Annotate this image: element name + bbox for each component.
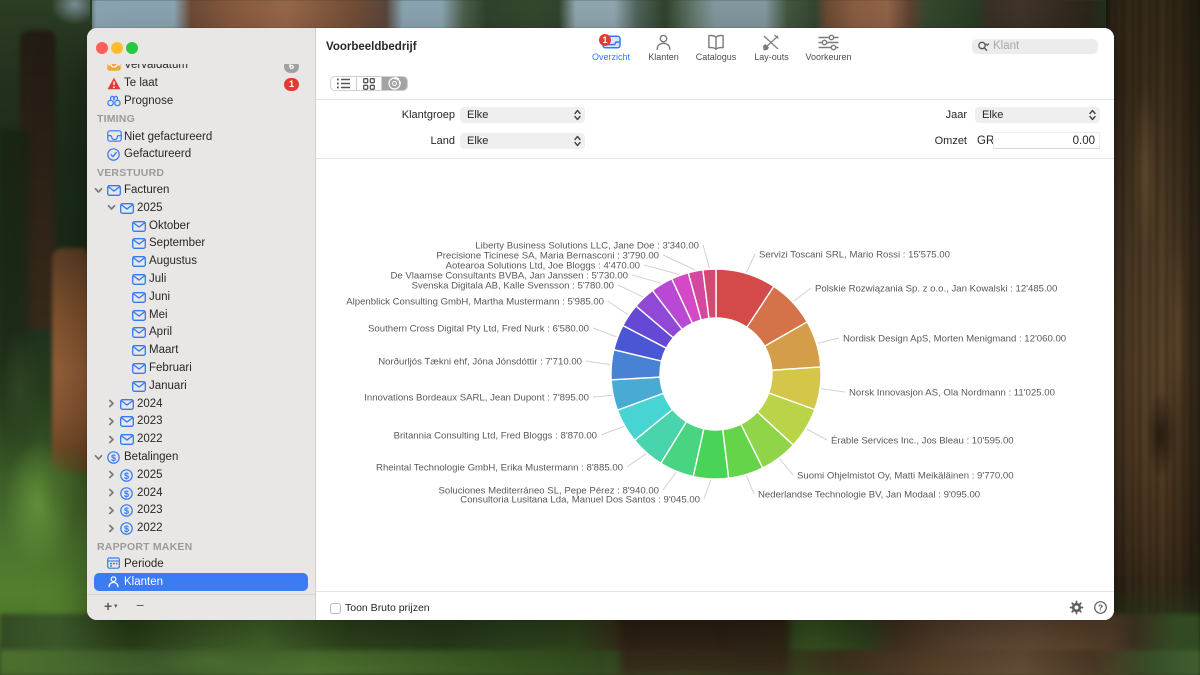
svg-text:Soluciones Mediterráneo SL, Pe: Soluciones Mediterráneo SL, Pepe Pérez :…: [439, 486, 660, 497]
svg-text:Norsk Innovasjon AS, Ola Nordm: Norsk Innovasjon AS, Ola Nordmann : 11'0…: [849, 388, 1055, 399]
svg-text:Svenska Digitala AB, Kalle Sve: Svenska Digitala AB, Kalle Svensson : 5'…: [412, 281, 614, 292]
svg-text:Rheintal Technologie GmbH, Eri: Rheintal Technologie GmbH, Erika Musterm…: [376, 463, 623, 474]
svg-text:$: $: [124, 506, 129, 516]
svg-text:$: $: [124, 471, 129, 481]
svg-text:Norðurljós Tækni ehf, Jóna Jón: Norðurljós Tækni ehf, Jóna Jónsdóttir : …: [378, 357, 582, 368]
svg-text:$: $: [124, 524, 129, 534]
svg-text:Érable Services Inc., Jos Blea: Érable Services Inc., Jos Bleau : 10'595…: [831, 436, 1014, 447]
svg-text:Nederlandse Technologie BV, Ja: Nederlandse Technologie BV, Jan Modaal :…: [758, 490, 980, 501]
svg-text:Suomi Ohjelmistot Oy, Matti Me: Suomi Ohjelmistot Oy, Matti Meikäläinen …: [797, 471, 1014, 482]
svg-text:Aotearoa Solutions Ltd, Joe Bl: Aotearoa Solutions Ltd, Joe Bloggs : 4'4…: [446, 261, 640, 272]
svg-text:Nordisk Design ApS, Morten Men: Nordisk Design ApS, Morten Menigmand : 1…: [843, 334, 1066, 345]
svg-text:$: $: [111, 453, 116, 463]
svg-text:Servizi Toscani SRL, Mario Ros: Servizi Toscani SRL, Mario Rossi : 15'57…: [759, 250, 950, 261]
svg-text:Precisione Ticinese SA, Maria: Precisione Ticinese SA, Maria Bernasconi…: [436, 251, 659, 262]
svg-text:Polskie Rozwiązania Sp. z o.o.: Polskie Rozwiązania Sp. z o.o., Jan Kowa…: [815, 284, 1057, 295]
svg-text:Innovations Bordeaux SARL, Jea: Innovations Bordeaux SARL, Jean Dupont :…: [364, 393, 589, 404]
svg-text:?: ?: [1097, 602, 1102, 612]
svg-text:De Vlaamse Consultants BVBA, J: De Vlaamse Consultants BVBA, Jan Janssen…: [390, 271, 628, 282]
svg-text:$: $: [124, 488, 129, 498]
svg-text:Liberty Business Solutions LLC: Liberty Business Solutions LLC, Jane Doe…: [475, 241, 699, 252]
svg-text:Southern Cross Digital Pty Ltd: Southern Cross Digital Pty Ltd, Fred Nur…: [368, 324, 589, 335]
svg-text:Alpenblick Consulting GmbH, Ma: Alpenblick Consulting GmbH, Martha Muste…: [346, 297, 604, 308]
svg-text:Britannia Consulting Ltd, Fred: Britannia Consulting Ltd, Fred Bloggs : …: [394, 431, 597, 442]
